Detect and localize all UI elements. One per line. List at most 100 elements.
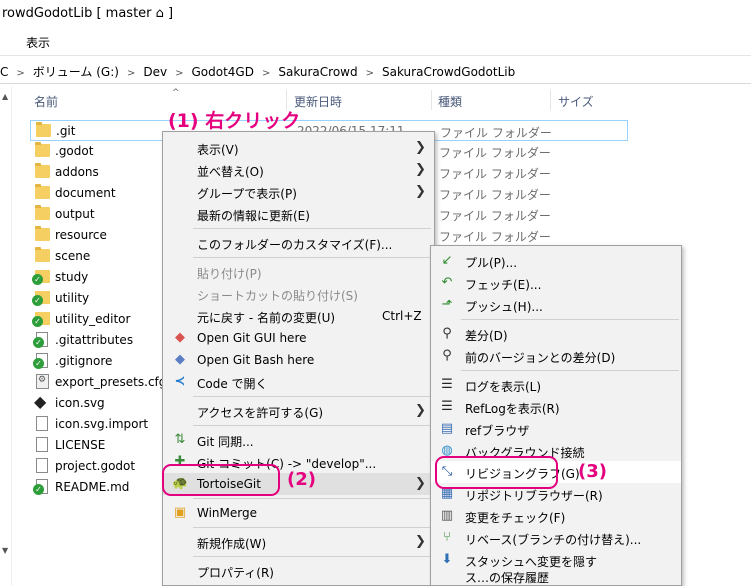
scroll-up-icon[interactable]: ▲ (2, 92, 8, 101)
menu-separator (193, 396, 431, 397)
file-name: output (55, 207, 95, 221)
file-type: ファイル フォルダー (439, 146, 551, 160)
column-date[interactable]: 更新日時 (294, 93, 342, 110)
git-sync-icon: ⇅ (174, 432, 186, 447)
breadcrumb-segment[interactable]: Dev (143, 65, 167, 79)
file-name: .gitignore (55, 354, 113, 368)
menu-item-pull[interactable]: ↙ プル(P)... (431, 250, 681, 272)
file-name: study (55, 270, 89, 284)
file-type: ファイル フォルダー (439, 188, 551, 202)
menu-item-group[interactable]: グループで表示(P) ❯ (163, 181, 434, 203)
menu-item-ref-browser[interactable]: ▤ refブラウザ (431, 418, 681, 440)
highlight-revision-graph (435, 456, 558, 489)
git-file-icon (33, 353, 48, 369)
folder-icon (35, 184, 50, 199)
breadcrumb-chevron-icon[interactable]: > (175, 68, 183, 79)
file-name: .git (56, 124, 76, 138)
highlight-tortoisegit (162, 464, 280, 496)
config-file-icon (36, 374, 49, 389)
file-name: addons (55, 165, 99, 179)
file-icon (36, 416, 48, 431)
menu-item-stash-list[interactable]: ス…の保存履歴 (431, 571, 681, 585)
address-bar[interactable]: C > ボリューム (G:) > Dev > Godot4GD > SakuraCrowd > Sa… (0, 58, 751, 84)
menu-item-show-log[interactable]: ☰ ログを表示(L) (431, 374, 681, 396)
file-name: utility (55, 291, 90, 305)
menu-item-rebase[interactable]: ⑂ リベース(ブランチの付け替え)... (431, 527, 681, 549)
menu-item-reflog[interactable]: ☰ RefLogを表示(R) (431, 396, 681, 418)
git-folder-icon (32, 270, 50, 285)
git-folder-icon (32, 312, 50, 327)
breadcrumb-segment[interactable]: SakuraCrowd (278, 65, 357, 79)
breadcrumb-chevron-icon[interactable]: > (127, 68, 135, 79)
git-bash-icon: ◆ (175, 352, 185, 367)
annotation-step1: (1) 右クリック (168, 110, 301, 132)
menu-item-fetch[interactable]: ↶ フェッチ(E)... (431, 272, 681, 294)
stash-icon: ⬇ (441, 552, 453, 567)
menu-separator (461, 370, 679, 371)
git-folder-icon (32, 291, 50, 306)
folder-icon (35, 205, 50, 220)
menu-item-git-gui[interactable]: ◆ Open Git GUI here (163, 327, 434, 349)
check-modifications-icon: ▥ (440, 508, 454, 523)
navigation-pane[interactable]: ▲ ▼ (0, 86, 12, 586)
column-type[interactable]: 種類 (438, 93, 462, 110)
menu-item-new[interactable]: 新規作成(W) ❯ (163, 531, 434, 553)
menu-separator (461, 319, 679, 320)
ribbon: 表示 (0, 30, 751, 56)
chevron-right-icon: ❯ (415, 162, 426, 177)
chevron-right-icon: ❯ (415, 403, 426, 418)
breadcrumb-segment[interactable]: C (0, 65, 8, 79)
menu-item-check-modifications[interactable]: ▥ 変更をチェック(F) (431, 505, 681, 527)
file-name: resource (55, 228, 107, 242)
file-name: .godot (55, 144, 94, 158)
column-size[interactable]: サイズ (558, 93, 594, 110)
menu-item-push[interactable]: ⬏ プッシュ(H)... (431, 294, 681, 316)
menu-item-undo[interactable]: 元に戻す - 名前の変更(U) Ctrl+Z (163, 305, 434, 327)
file-type: ファイル フォルダー (439, 209, 551, 223)
file-type: ファイル フォルダー (440, 126, 552, 140)
breadcrumb-chevron-icon[interactable]: > (16, 68, 24, 79)
ribbon-tab-view[interactable]: 表示 (26, 34, 50, 51)
chevron-right-icon: ❯ (415, 476, 426, 491)
menu-item-stash-save[interactable]: ⬇ スタッシュへ変更を隠す (431, 549, 681, 571)
git-file-icon (33, 479, 48, 495)
folder-icon (35, 247, 50, 262)
menu-item-refresh[interactable]: 最新の情報に更新(E) (163, 203, 434, 225)
menu-separator (193, 556, 431, 557)
menu-separator (193, 228, 431, 229)
menu-item-properties[interactable]: プロパティ(R) (163, 560, 434, 582)
breadcrumb-chevron-icon[interactable]: > (366, 68, 374, 79)
breadcrumb-chevron-icon[interactable]: > (262, 68, 270, 79)
file-name: export_presets.cfg (55, 375, 167, 389)
column-divider[interactable] (550, 90, 551, 110)
annotation-step3: (3) (578, 461, 607, 482)
menu-item-git-bash[interactable]: ◆ Open Git Bash here (163, 349, 434, 371)
chevron-right-icon: ❯ (415, 534, 426, 549)
menu-item-git-sync[interactable]: ⇅ Git 同期... (163, 429, 434, 451)
menu-item-winmerge[interactable]: ▣ WinMerge (163, 502, 434, 524)
file-name: icon.svg.import (55, 417, 149, 431)
vscode-icon: ≺ (174, 374, 186, 389)
menu-item-give-access[interactable]: アクセスを許可する(G) ❯ (163, 400, 434, 422)
menu-item-sort[interactable]: 並べ替え(O) ❯ (163, 159, 434, 181)
svg-file-icon (34, 392, 49, 411)
file-name: icon.svg (55, 396, 105, 410)
rebase-icon: ⑂ (443, 530, 451, 545)
menu-item-view[interactable]: 表示(V) ❯ (163, 137, 434, 159)
menu-item-paste[interactable]: 貼り付け(P) (163, 261, 434, 283)
column-divider[interactable] (431, 90, 432, 110)
menu-item-vscode[interactable]: ≺ Code で開く (163, 371, 434, 393)
menu-item-diff-previous[interactable]: ⚲ 前のバージョンとの差分(D) (431, 345, 681, 367)
menu-item-customize[interactable]: このフォルダーのカスタマイズ(F)... (163, 232, 434, 254)
folder-icon (36, 122, 51, 137)
file-type: ファイル フォルダー (439, 230, 551, 244)
breadcrumb-segment[interactable]: ボリューム (G:) (33, 63, 119, 80)
git-gui-icon: ◆ (175, 330, 185, 345)
breadcrumb-segment[interactable]: Godot4GD (191, 65, 253, 79)
menu-item-diff[interactable]: ⚲ 差分(D) (431, 323, 681, 345)
menu-item-paste-shortcut[interactable]: ショートカットの貼り付け(S) (163, 283, 434, 305)
breadcrumb-segment[interactable]: SakuraCrowdGodotLib (382, 65, 515, 79)
scroll-down-icon[interactable]: ▼ (2, 546, 8, 555)
magnifier-icon: ⚲ (442, 348, 452, 363)
column-name[interactable]: 名前 (34, 93, 58, 110)
